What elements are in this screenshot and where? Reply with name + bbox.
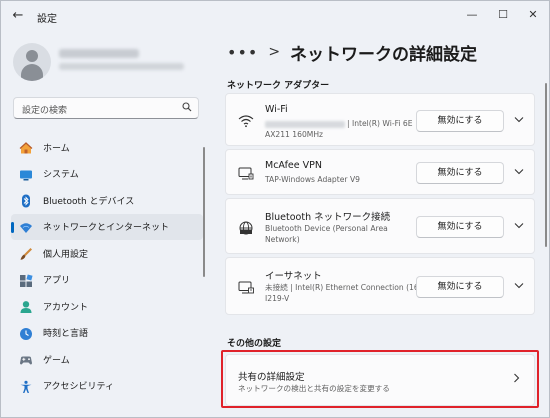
sidebar-item-label: アプリ — [43, 276, 71, 287]
chevron-down-icon[interactable] — [513, 115, 525, 126]
profile-name-redacted — [59, 49, 139, 58]
adapter-description: TAP-Windows Adapter V9 — [265, 175, 360, 184]
sidebar-item-accessibility[interactable]: アクセシビリティ — [11, 373, 203, 400]
redacted-text — [265, 120, 345, 128]
clock-language-icon — [19, 326, 33, 340]
search-icon — [182, 102, 192, 115]
gamepad-icon — [19, 352, 33, 366]
sidebar-item-personalization[interactable]: 個人用設定 — [11, 240, 203, 267]
sidebar-item-time-language[interactable]: 時刻と言語 — [11, 320, 203, 347]
sidebar-item-home[interactable]: ホーム — [11, 134, 203, 161]
adapter-description: 未接続 | Intel(R) Ethernet Connection (16) … — [265, 283, 422, 303]
sidebar-item-gaming[interactable]: ゲーム — [11, 346, 203, 373]
adapter-description: Bluetooth Device (Personal Area Network) — [265, 224, 388, 244]
avatar — [13, 43, 51, 81]
search-input[interactable]: 設定の検索 — [22, 103, 67, 116]
breadcrumb: ••• > ネットワークの詳細設定 — [227, 37, 477, 67]
vpn-monitor-icon — [238, 166, 254, 180]
adapter-name: Wi-Fi — [265, 104, 288, 115]
other-settings-section-label: その他の設定 — [227, 339, 282, 349]
globe-network-icon — [238, 220, 254, 235]
chevron-down-icon[interactable] — [513, 281, 525, 292]
disable-button[interactable]: 無効にする — [416, 110, 504, 132]
main-scrollbar[interactable] — [545, 83, 547, 247]
app-title: 設定 — [37, 14, 57, 25]
sidebar-item-network[interactable]: ネットワークとインターネット — [11, 213, 203, 240]
search-box[interactable]: 設定の検索 — [13, 97, 199, 119]
maximize-button[interactable]: ☐ — [490, 5, 516, 25]
adapter-card-mcafee-vpn[interactable]: McAfee VPN TAP-Windows Adapter V9 無効にする — [225, 149, 535, 195]
settings-window: ← 設定 — ☐ ✕ 設定の検索 ホーム システム Bluetooth とデバイ… — [0, 0, 550, 418]
adapter-name: イーサネット — [265, 271, 322, 282]
home-icon — [19, 140, 33, 154]
disable-button[interactable]: 無効にする — [416, 276, 504, 298]
sidebar-item-accounts[interactable]: アカウント — [11, 293, 203, 320]
adapter-name: Bluetooth ネットワーク接続 — [265, 212, 391, 223]
apps-icon — [19, 273, 33, 287]
close-button[interactable]: ✕ — [520, 5, 546, 25]
disable-button[interactable]: 無効にする — [416, 216, 504, 238]
brush-icon — [19, 246, 33, 261]
chevron-down-icon[interactable] — [513, 221, 525, 232]
sidebar-item-system[interactable]: システム — [11, 161, 203, 188]
bluetooth-icon — [19, 193, 33, 208]
breadcrumb-more-button[interactable]: ••• — [227, 43, 258, 62]
page-title: ネットワークの詳細設定 — [290, 44, 478, 65]
active-indicator — [11, 221, 14, 233]
disable-button[interactable]: 無効にする — [416, 162, 504, 184]
sidebar-scrollbar[interactable] — [203, 147, 205, 277]
adapter-card-ethernet[interactable]: イーサネット 未接続 | Intel(R) Ethernet Connectio… — [225, 257, 535, 315]
sidebar-item-bluetooth[interactable]: Bluetooth とデバイス — [11, 187, 203, 214]
sidebar-item-label: ゲーム — [43, 355, 70, 366]
sidebar-item-label: 時刻と言語 — [43, 329, 89, 340]
highlight-box — [221, 350, 539, 408]
adapters-section-label: ネットワーク アダプター — [227, 81, 330, 91]
system-icon — [19, 167, 33, 181]
network-icon — [19, 220, 33, 234]
sidebar-item-label: アクセシビリティ — [43, 382, 115, 393]
profile-email-redacted — [59, 63, 184, 70]
ethernet-monitor-icon — [238, 280, 254, 294]
chevron-down-icon[interactable] — [513, 167, 525, 178]
sidebar-item-label: アカウント — [43, 302, 89, 313]
account-icon — [19, 299, 33, 314]
adapter-card-wifi[interactable]: Wi-Fi | Intel(R) Wi-Fi 6E AX211 160MHz 無… — [225, 93, 535, 146]
sidebar-item-label: システム — [43, 170, 79, 181]
title-bar: ← 設定 — ☐ ✕ — [1, 1, 549, 31]
user-profile[interactable] — [13, 43, 203, 83]
back-button[interactable]: ← — [9, 7, 27, 25]
accessibility-icon — [19, 379, 33, 393]
sidebar-item-label: 個人用設定 — [43, 249, 89, 260]
sidebar-nav: ホーム システム Bluetooth とデバイス ネットワークとインターネット — [11, 134, 203, 399]
sidebar-item-label: ホーム — [43, 143, 70, 154]
minimize-button[interactable]: — — [459, 5, 485, 25]
breadcrumb-separator: > — [268, 44, 281, 60]
adapter-description: | Intel(R) Wi-Fi 6E AX211 160MHz — [265, 119, 413, 139]
wifi-icon — [238, 113, 254, 128]
adapter-card-bluetooth-network[interactable]: Bluetooth ネットワーク接続 Bluetooth Device (Per… — [225, 198, 535, 254]
sidebar-item-label: ネットワークとインターネット — [43, 223, 170, 234]
adapter-name: McAfee VPN — [265, 160, 322, 171]
sidebar-item-apps[interactable]: アプリ — [11, 267, 203, 294]
sidebar-item-label: Bluetooth とデバイス — [43, 196, 135, 207]
